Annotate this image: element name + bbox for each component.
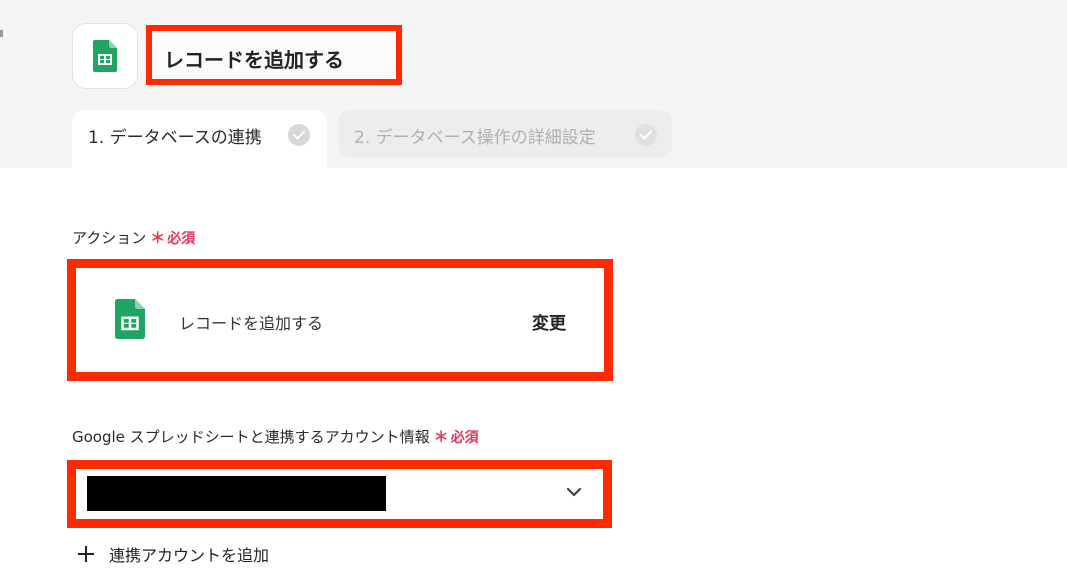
tab-step-2-label: 2. データベース操作の詳細設定: [354, 128, 596, 148]
google-sheets-icon: [115, 299, 145, 343]
google-sheets-icon: [93, 40, 117, 72]
action-label-text: アクション: [72, 229, 147, 247]
tab-step-1[interactable]: 1. データベースの連携: [72, 110, 327, 168]
check-circle-icon: [288, 124, 310, 146]
add-account-button[interactable]: 連携アカウントを追加: [76, 541, 269, 567]
required-mark: ＊: [433, 428, 449, 446]
account-field-label: Google スプレッドシートと連携するアカウント情報＊必須: [72, 426, 479, 447]
app-icon-container: [72, 23, 138, 89]
add-account-label: 連携アカウントを追加: [109, 546, 270, 565]
redacted-account-value: [87, 476, 386, 511]
tab-step-2[interactable]: 2. データベース操作の詳細設定: [338, 110, 672, 158]
chevron-down-icon[interactable]: [565, 483, 583, 505]
plus-icon: [76, 541, 96, 567]
check-circle-icon: [635, 124, 657, 146]
required-text: 必須: [450, 430, 479, 446]
page-title: レコードを追加する: [164, 48, 344, 72]
action-selector: レコードを追加する 変更: [67, 259, 613, 381]
title-highlight-box: レコードを追加する: [146, 25, 402, 85]
change-action-button[interactable]: 変更: [532, 309, 566, 334]
required-text: 必須: [167, 231, 196, 247]
tab-step-1-label: 1. データベースの連携: [88, 128, 262, 148]
account-select[interactable]: [67, 460, 612, 528]
action-field-label: アクション＊必須: [72, 227, 195, 248]
account-label-text: Google スプレッドシートと連携するアカウント情報: [72, 428, 430, 446]
selected-action-name: レコードを追加する: [179, 314, 324, 333]
required-mark: ＊: [150, 229, 166, 247]
edge-mark: [0, 30, 3, 37]
